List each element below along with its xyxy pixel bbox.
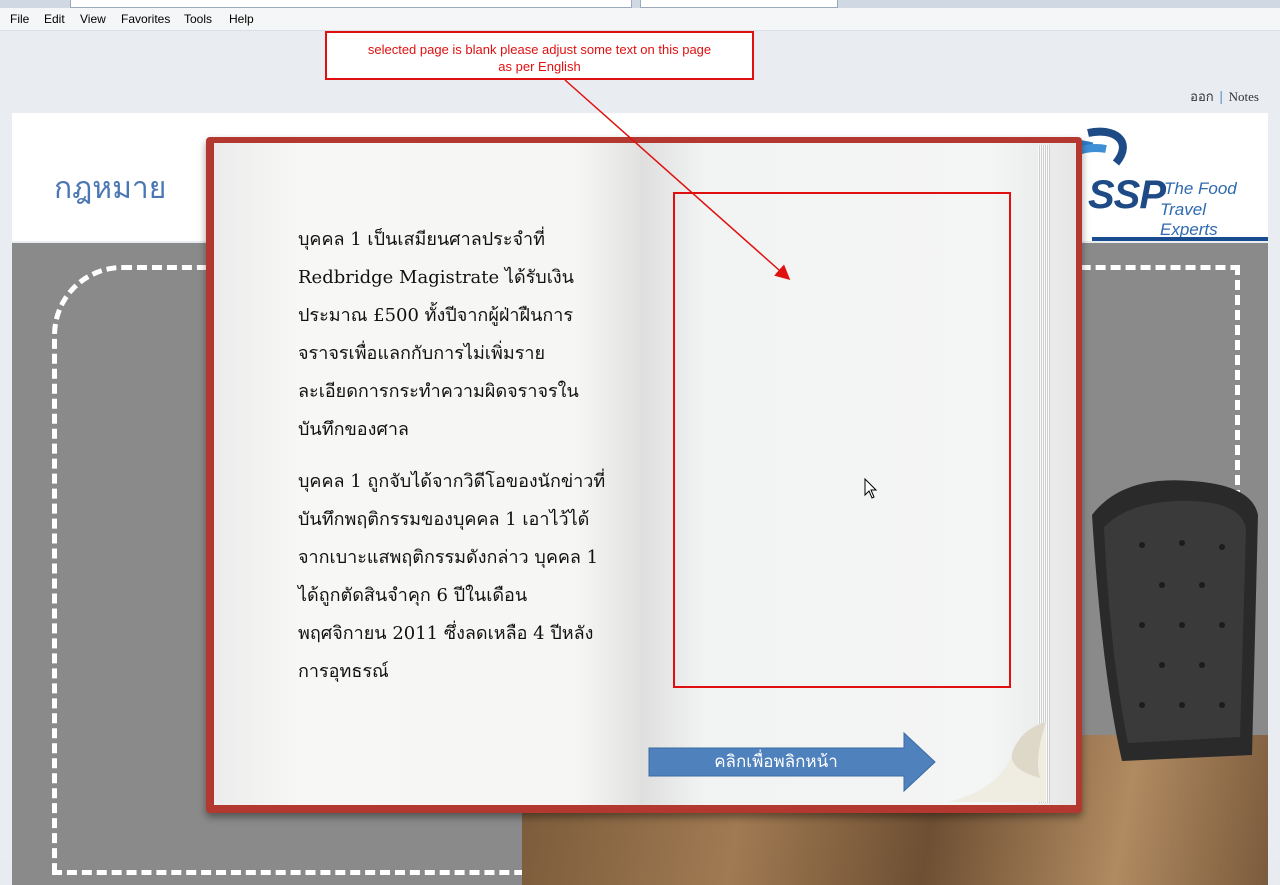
- brand-stripe: [1092, 237, 1268, 241]
- text-line: พฤศจิกายน 2011 ซึ่งลดเหลือ 4 ปีหลัง: [298, 623, 594, 644]
- text-line: บันทึกของศาล: [298, 419, 409, 440]
- text-line: ประมาณ £500 ทั้งปีจากผู้ฝ่าฝืนการ: [298, 305, 574, 326]
- page-title: กฎหมาย: [54, 171, 167, 206]
- review-annotation-callout: selected page is blank please adjust som…: [325, 31, 754, 80]
- address-bar-fragment[interactable]: [70, 0, 632, 8]
- text-line: ได้ถูกตัดสินจำคุก 6 ปีในเดือน: [298, 585, 528, 606]
- text-line: บันทึกพฤติกรรมของบุคคล 1 เอาไว้ได้: [298, 509, 590, 530]
- text-line: จากเบาะแสพฤติกรรมดังกล่าว บุคคล 1: [298, 547, 599, 568]
- menu-help[interactable]: Help: [229, 12, 254, 26]
- leather-chair-image: [1092, 480, 1258, 761]
- blank-page-highlight-box: [673, 192, 1011, 688]
- notes-link[interactable]: Notes: [1229, 89, 1259, 104]
- menu-view[interactable]: View: [80, 12, 106, 26]
- text-line: ละเอียดการกระทำความผิดจราจรใน: [298, 381, 579, 402]
- left-page-text: บุคคล 1 เป็นเสมียนศาลประจำที่ Redbridge …: [298, 221, 618, 705]
- next-page-button[interactable]: คลิกเพื่อพลิกหน้า: [648, 732, 936, 792]
- menu-file[interactable]: File: [10, 12, 29, 26]
- text-line: จราจรเพื่อแลกกับการไม่เพิ่มราย: [298, 343, 546, 364]
- paragraph-1: บุคคล 1 เป็นเสมียนศาลประจำที่ Redbridge …: [298, 221, 618, 449]
- logo-tagline-line1: The Food: [1164, 179, 1237, 198]
- exit-link[interactable]: ออก: [1190, 89, 1214, 104]
- ssp-logo-text: SSP: [1088, 173, 1166, 217]
- menu-bar: File Edit View Favorites Tools Help: [0, 8, 1280, 31]
- page-curl-icon[interactable]: [944, 718, 1048, 806]
- browser-tab-fragment[interactable]: [640, 0, 838, 8]
- text-line: การอุทธรณ์: [298, 661, 389, 682]
- right-page-edges: [1038, 145, 1050, 803]
- annotation-line-1: selected page is blank please adjust som…: [367, 42, 712, 57]
- logo-tagline-line2: Travel Experts: [1160, 200, 1218, 239]
- next-page-label: คลิกเพื่อพลิกหน้า: [714, 752, 838, 772]
- top-links: ออก | Notes: [1190, 86, 1259, 107]
- link-separator: |: [1219, 89, 1223, 105]
- browser-top-strip: [0, 0, 1280, 8]
- menu-edit[interactable]: Edit: [44, 12, 65, 26]
- paragraph-2: บุคคล 1 ถูกจับได้จากวิดีโอของนักข่าวที่ …: [298, 463, 618, 691]
- text-line: บุคคล 1 ถูกจับได้จากวิดีโอของนักข่าวที่: [298, 471, 606, 492]
- mouse-cursor-icon: [864, 478, 878, 499]
- text-line: บุคคล 1 เป็นเสมียนศาลประจำที่: [298, 229, 546, 250]
- annotation-line-2: as per English: [498, 59, 581, 74]
- menu-tools[interactable]: Tools: [184, 12, 212, 26]
- menu-favorites[interactable]: Favorites: [121, 12, 170, 26]
- text-line: Redbridge Magistrate ได้รับเงิน: [298, 267, 574, 288]
